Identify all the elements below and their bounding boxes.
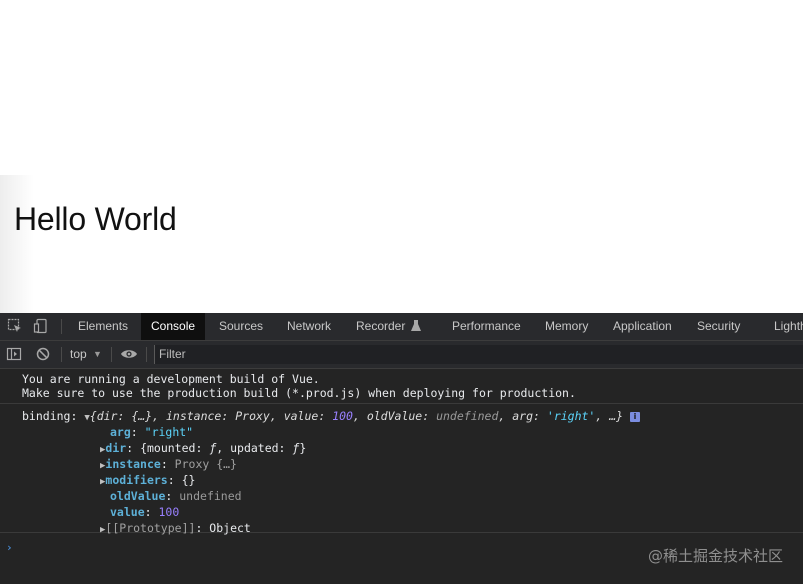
- edge-shadow: [0, 175, 34, 313]
- tab-sources[interactable]: Sources: [219, 313, 263, 340]
- sidebar-toggle-icon[interactable]: [6, 346, 22, 362]
- tab-elements[interactable]: Elements: [78, 313, 128, 340]
- info-icon[interactable]: i: [630, 412, 641, 422]
- tab-network[interactable]: Network: [287, 313, 331, 340]
- prop-row-instance[interactable]: ▶instance: Proxy {…}: [100, 457, 237, 471]
- log-label: binding:: [22, 409, 78, 423]
- device-toolbar-icon[interactable]: [33, 318, 49, 334]
- tabbar-divider: [61, 319, 62, 334]
- hello-heading: Hello World: [14, 201, 177, 237]
- console-message-vue-warning: You are running a development build of V…: [0, 369, 803, 404]
- toolbar-divider: [61, 347, 62, 362]
- chevron-down-icon[interactable]: ▼: [93, 341, 102, 368]
- prop-row-arg: arg: "right": [110, 425, 194, 439]
- prop-row-value: value: 100: [110, 505, 180, 519]
- eye-icon[interactable]: [120, 346, 137, 362]
- tab-application[interactable]: Application: [613, 313, 672, 340]
- prop-row-dir[interactable]: ▶dir: {mounted: ƒ, updated: ƒ}: [100, 441, 306, 455]
- flask-icon: [410, 319, 426, 335]
- devtools-tabbar: Elements Console Sources Network Recorde…: [0, 313, 803, 341]
- tab-console[interactable]: Console: [141, 313, 206, 340]
- tab-memory[interactable]: Memory: [545, 313, 588, 340]
- prop-row-oldvalue: oldValue: undefined: [110, 489, 242, 503]
- tab-performance[interactable]: Performance: [452, 313, 521, 340]
- console-message-binding: binding: ▼{dir: {…}, instance: Proxy, va…: [0, 404, 803, 535]
- watermark: @稀土掘金技术社区: [647, 547, 783, 565]
- inspect-element-icon[interactable]: [7, 318, 23, 334]
- tab-security[interactable]: Security: [697, 313, 740, 340]
- console-prompt-icon[interactable]: ›: [6, 541, 13, 554]
- toolbar-divider: [111, 347, 112, 362]
- tab-recorder[interactable]: Recorder: [356, 313, 405, 340]
- warning-line: Make sure to use the production build (*…: [22, 386, 576, 400]
- toolbar-divider: [146, 347, 147, 362]
- devtools-panel: Elements Console Sources Network Recorde…: [0, 313, 803, 584]
- console-toolbar: top ▼ Filter: [0, 341, 803, 369]
- filter-input[interactable]: Filter: [154, 345, 803, 364]
- binding-summary-row[interactable]: binding: ▼{dir: {…}, instance: Proxy, va…: [22, 409, 641, 423]
- prop-row-prototype[interactable]: ▶[[Prototype]]: Object: [100, 521, 251, 535]
- page-viewport: Hello World: [0, 0, 803, 313]
- context-selector[interactable]: top: [70, 341, 87, 368]
- tab-lighthouse[interactable]: Lighth: [774, 313, 803, 340]
- prop-row-modifiers[interactable]: ▶modifiers: {}: [100, 473, 195, 487]
- clear-console-icon[interactable]: [35, 346, 51, 362]
- warning-line: You are running a development build of V…: [22, 372, 320, 386]
